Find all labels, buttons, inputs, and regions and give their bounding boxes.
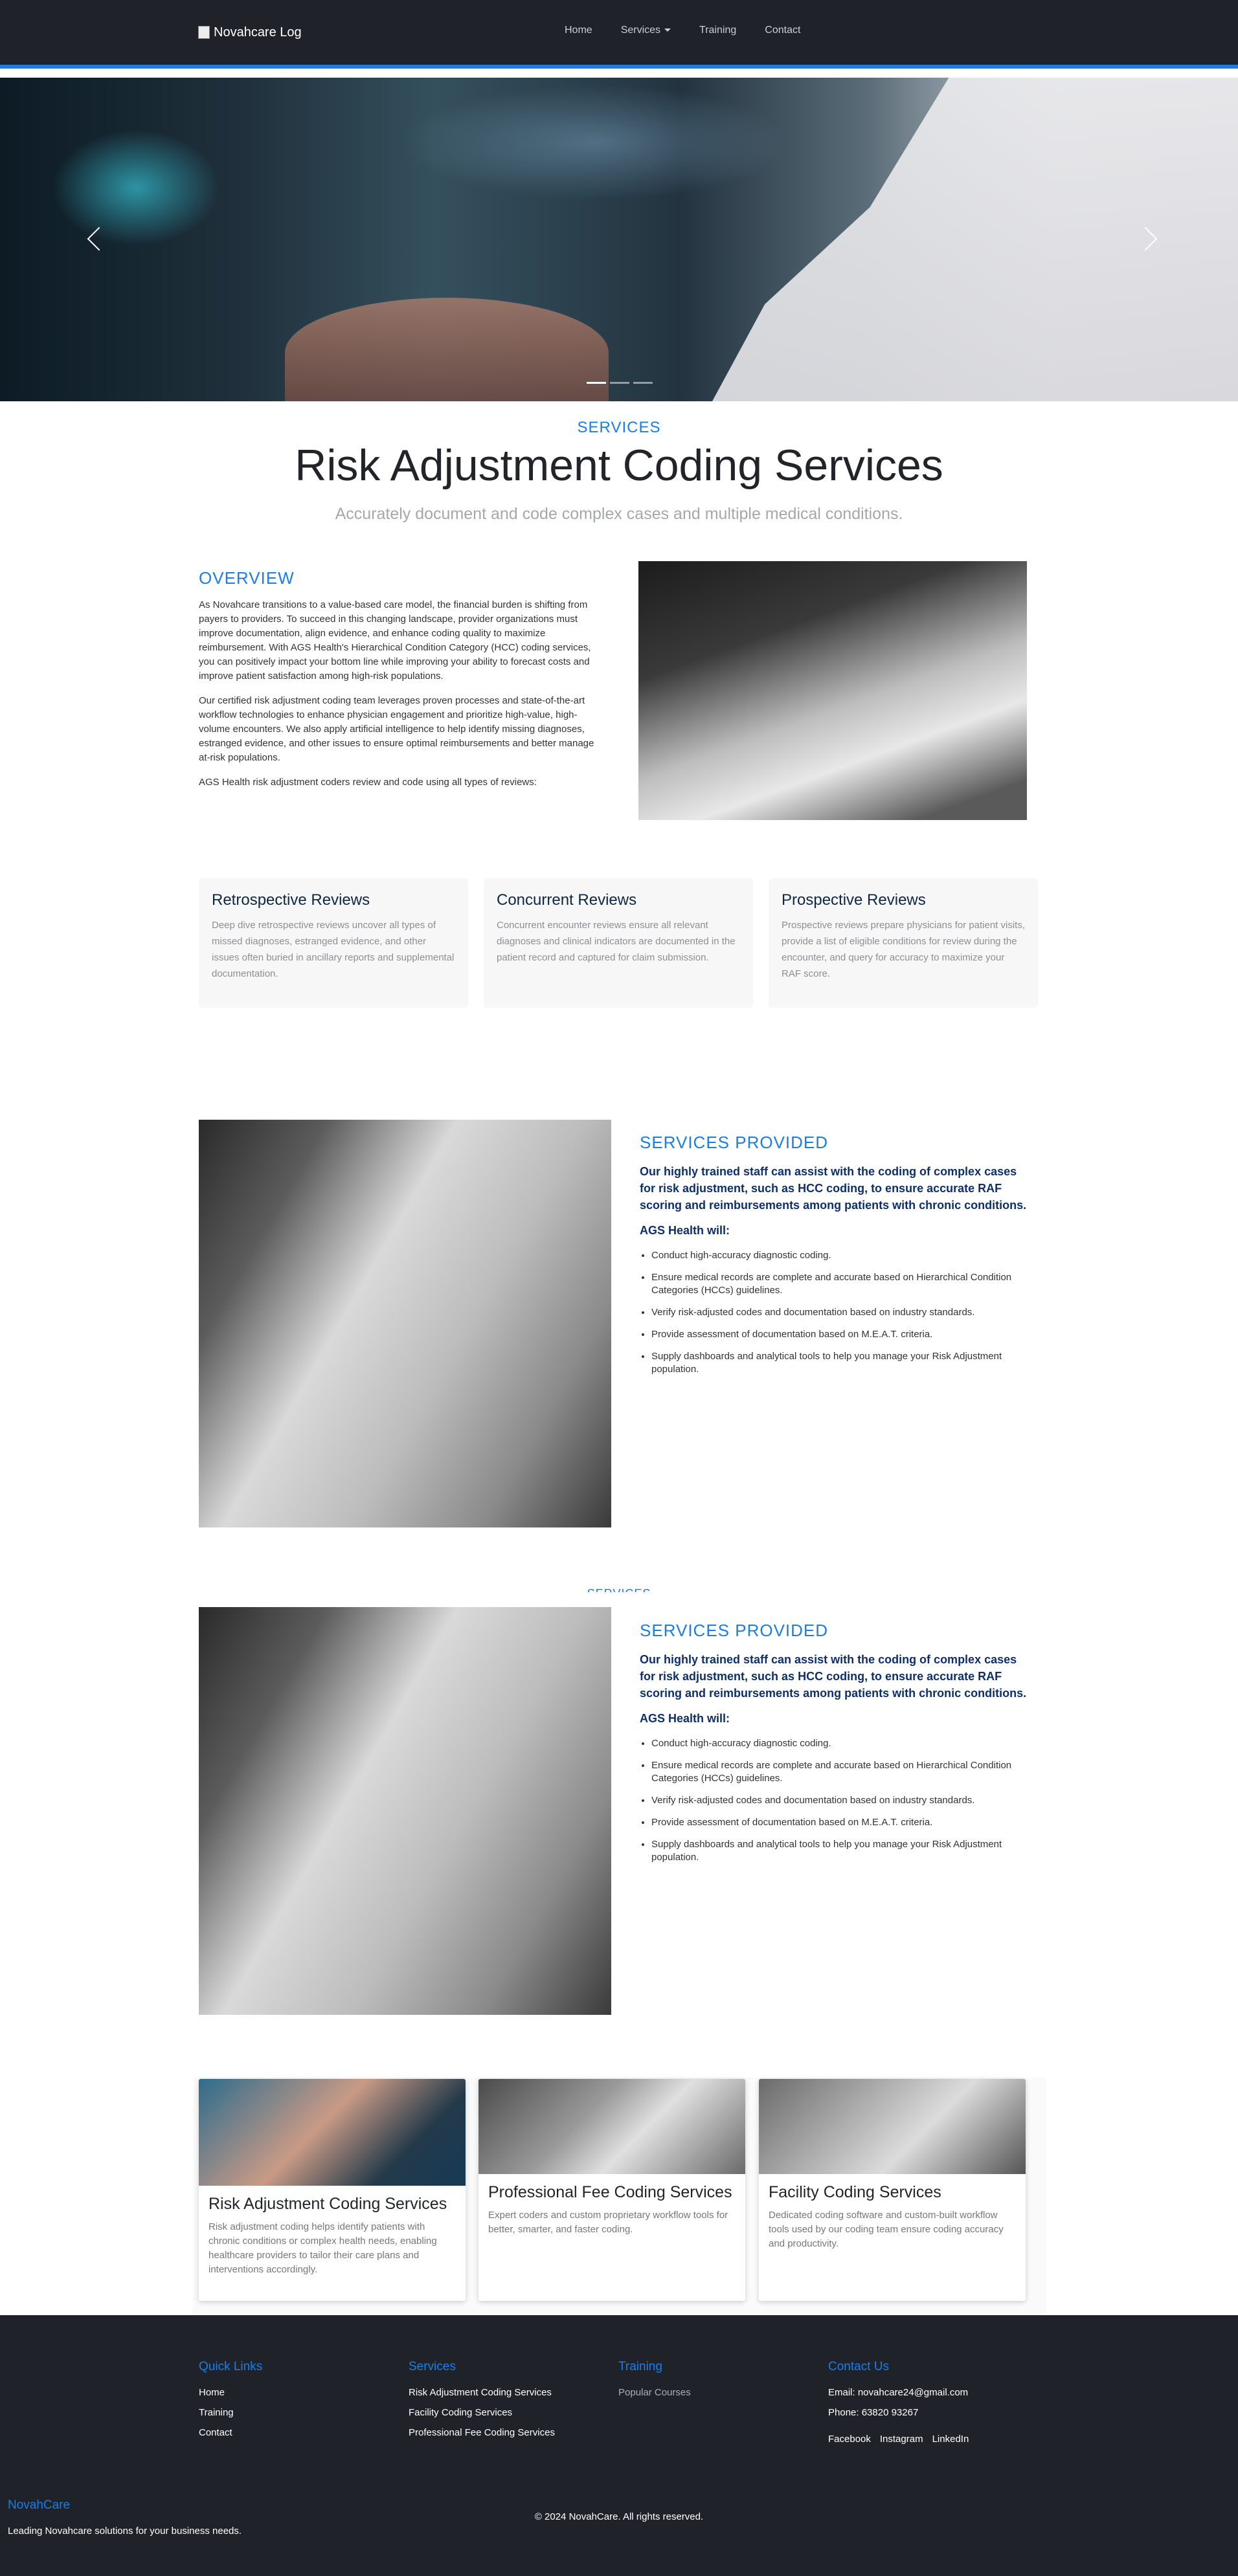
navbar-gap [0,69,1238,78]
review-card-text: Prospective reviews prepare physicians f… [782,920,1025,979]
footer-social-linkedin[interactable]: LinkedIn [932,2434,969,2445]
footer-heading: Services [409,2360,456,2373]
footer-tagline: Leading Novahcare solutions for your bus… [8,2526,242,2537]
services-provided-block: SERVICES PROVIDED Our highly trained sta… [640,1133,1028,1385]
hero-sleeve-image [712,78,1238,401]
services-provided-subheading: AGS Health will: [640,1224,730,1237]
broken-image-icon [198,26,210,39]
footer-link[interactable]: Facility Coding Services [409,2407,555,2418]
hero-carousel [0,78,1238,401]
overview-image-doctor-stethoscope [638,561,1027,820]
service-card-image [759,2079,1026,2174]
footer-heading: Quick Links [199,2360,263,2373]
service-card-image [478,2079,745,2174]
logo[interactable]: Novahcare Log [198,22,302,43]
service-card-title: Risk Adjustment Coding Services [208,2195,447,2213]
review-card-title: Retrospective Reviews [212,891,370,909]
footer-social-instagram[interactable]: Instagram [880,2434,923,2445]
logo-alt-text: Novahcare Log [214,25,302,39]
list-item: Verify risk-adjusted codes and documenta… [651,1794,1028,1807]
review-card-retrospective: Retrospective Reviews Deep dive retrospe… [199,878,468,1008]
review-card-text: Concurrent encounter reviews ensure all … [497,920,736,963]
service-card-risk-adjustment[interactable]: Risk Adjustment Coding Services Risk adj… [199,2079,466,2301]
list-item: Provide assessment of documentation base… [651,1816,1028,1829]
hero-monitor-glow [52,129,220,246]
footer-services: Services Risk Adjustment Coding Services… [409,2360,555,2447]
list-item: Supply dashboards and analytical tools t… [651,1838,1028,1864]
services-provided-list: Conduct high-accuracy diagnostic coding.… [640,1249,1028,1376]
footer-phone: Phone: 63820 93267 [828,2407,919,2418]
nav-links: Home Services Training Contact [565,25,800,36]
list-item: Conduct high-accuracy diagnostic coding. [651,1737,1028,1750]
nav-link-contact[interactable]: Contact [765,25,800,36]
carousel-indicator[interactable] [610,382,629,384]
overview-body: As Novahcare transitions to a value-base… [199,598,604,790]
carousel-indicator[interactable] [587,382,606,384]
footer-link[interactable]: Training [199,2407,262,2418]
services-provided-subheading: AGS Health will: [640,1712,730,1725]
overview-paragraph: AGS Health risk adjustment coders review… [199,777,537,788]
list-item: Ensure medical records are complete and … [651,1271,1028,1297]
footer-training: Training Popular Courses [618,2360,691,2407]
caret-down-icon [664,28,671,32]
services-image-blood-pressure [199,1120,611,1527]
footer-brand: NovahCare [8,2498,71,2512]
list-item: Supply dashboards and analytical tools t… [651,1350,1028,1376]
services-provided-list: Conduct high-accuracy diagnostic coding.… [640,1737,1028,1864]
footer-quick-links: Quick Links Home Training Contact [199,2360,262,2447]
page-subtitle: Accurately document and code complex cas… [335,505,903,523]
review-card-prospective: Prospective Reviews Prospective reviews … [769,878,1038,1008]
list-item: Ensure medical records are complete and … [651,1759,1028,1785]
footer-heading: Contact Us [828,2360,889,2373]
overview-paragraph: As Novahcare transitions to a value-base… [199,599,591,682]
nav-link-services-label: Services [620,25,661,36]
service-card-text: Expert coders and custom proprietary wor… [488,2210,728,2235]
list-item: Conduct high-accuracy diagnostic coding. [651,1249,1028,1262]
overview-heading: OVERVIEW [199,568,295,588]
carousel-indicators [587,382,653,384]
review-card-concurrent: Concurrent Reviews Concurrent encounter … [484,878,753,1008]
service-card-professional-fee[interactable]: Professional Fee Coding Services Expert … [478,2079,745,2301]
hero-screen-glow [401,84,790,201]
review-card-title: Concurrent Reviews [497,891,637,909]
footer [0,2315,1238,2576]
footer-link[interactable]: Risk Adjustment Coding Services [409,2387,555,2398]
footer-link[interactable]: Contact [199,2427,262,2438]
carousel-indicator[interactable] [633,382,653,384]
review-card-title: Prospective Reviews [782,891,926,909]
nav-link-training[interactable]: Training [699,25,736,36]
services-provided-block: SERVICES PROVIDED Our highly trained sta… [640,1621,1028,1873]
services-image-blood-pressure [199,1607,611,2015]
footer-contact: Contact Us Email: novahcare24@gmail.com … [828,2360,969,2454]
review-card-text: Deep dive retrospective reviews uncover … [212,920,455,979]
service-card-image [199,2079,466,2186]
service-card-title: Professional Fee Coding Services [488,2183,732,2201]
footer-social-links: Facebook Instagram LinkedIn [828,2434,969,2445]
list-item: Provide assessment of documentation base… [651,1328,1028,1341]
footer-link[interactable]: Popular Courses [618,2387,691,2398]
nav-link-home[interactable]: Home [565,25,592,36]
footer-link[interactable]: Professional Fee Coding Services [409,2427,555,2438]
service-card-text: Dedicated coding software and custom-bui… [769,2210,1004,2249]
list-item: Verify risk-adjusted codes and documenta… [651,1306,1028,1319]
services-provided-lead: Our highly trained staff can assist with… [640,1653,1027,1700]
services-kicker-clipped: SERVICES [0,1587,1238,1592]
services-provided-lead: Our highly trained staff can assist with… [640,1165,1027,1212]
services-provided-heading: SERVICES PROVIDED [640,1621,829,1640]
service-card-title: Facility Coding Services [769,2183,941,2201]
services-kicker: SERVICES [577,419,661,436]
overview-paragraph: Our certified risk adjustment coding tea… [199,695,594,763]
footer-link[interactable]: Home [199,2387,262,2398]
service-card-facility[interactable]: Facility Coding Services Dedicated codin… [759,2079,1026,2301]
page-title: Risk Adjustment Coding Services [295,441,943,490]
services-provided-heading: SERVICES PROVIDED [640,1133,829,1152]
footer-email: Email: novahcare24@gmail.com [828,2387,969,2398]
service-card-text: Risk adjustment coding helps identify pa… [208,2221,437,2275]
hero-hand-image [285,298,609,401]
footer-heading: Training [618,2360,662,2373]
footer-social-facebook[interactable]: Facebook [828,2434,871,2445]
nav-link-services[interactable]: Services [621,25,671,36]
footer-copyright: © 2024 NovahCare. All rights reserved. [534,2511,704,2522]
